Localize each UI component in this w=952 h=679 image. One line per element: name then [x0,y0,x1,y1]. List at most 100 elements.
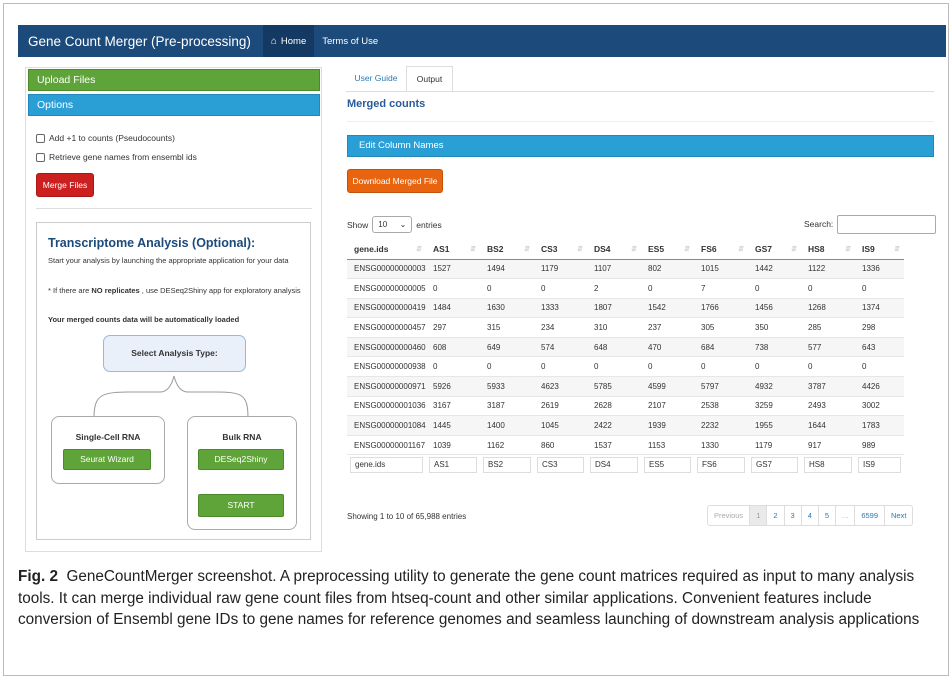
upload-files-header[interactable]: Upload Files [28,69,320,91]
column-filter-input[interactable]: gene.ids [350,457,423,474]
tab-output[interactable]: Output [406,66,453,91]
options-header[interactable]: Options [28,94,320,116]
table-cell: 1494 [480,258,534,279]
transcriptome-intro: Start your analysis by launching the app… [48,256,289,265]
table-cell: 649 [480,336,534,357]
column-header[interactable]: HS8 ⇵ [801,240,855,260]
table-row[interactable]: ENSG00000000971 5926 5933 4623 5785 4599 5797 4… [347,376,904,397]
table-cell: 1122 [801,258,855,279]
table-cell: 1442 [748,258,801,279]
column-header[interactable]: GS7 ⇵ [748,240,801,260]
table-cell: 1336 [855,258,904,279]
caption-label: Fig. 2 [18,568,58,585]
pseudocounts-label: Add +1 to counts (Pseudocounts) [49,133,175,143]
table-row[interactable]: ENSG00000000938 0 0 0 0 0 0 0 0 0 [347,356,904,377]
page-length-select[interactable]: 10 ⌄ [372,216,413,233]
column-filter-input[interactable]: ES5 [644,457,691,474]
table-cell: 470 [641,336,694,357]
checkbox-box[interactable] [36,133,45,143]
start-button[interactable]: START [198,494,284,517]
table-cell: ENSG00000000938 [347,356,426,377]
table-row[interactable]: ENSG00000001084 1445 1400 1045 2422 1939 2232 1… [347,415,904,436]
table-row[interactable]: ENSG00000000457 297 315 234 310 237 305 350 285 2… [347,317,904,338]
nav-home[interactable]: ⌂ Home [262,25,315,57]
table-row[interactable]: ENSG00000000419 1484 1630 1333 1807 1542 1766 1… [347,297,904,318]
table-cell: 1162 [480,434,534,455]
table-cell: 1542 [641,297,694,318]
app-title[interactable]: Gene Count Merger (Pre-processing) [18,34,251,49]
table-cell: 0 [748,356,801,377]
column-filter-input[interactable]: DS4 [590,457,638,474]
column-header[interactable]: CS3 ⇵ [534,240,587,260]
table-cell: 2619 [534,395,587,416]
deseq2shiny-button[interactable]: DESeq2Shiny [198,449,284,470]
table-cell: 0 [426,356,480,377]
column-header[interactable]: BS2 ⇵ [480,240,534,260]
column-filter-input[interactable]: BS2 [483,457,531,474]
pagination-page[interactable]: 5 [819,506,837,525]
table-cell: 1107 [587,258,641,279]
table-cell: 860 [534,434,587,455]
table-cell: 0 [426,278,480,299]
table-cell: 0 [534,356,587,377]
column-header[interactable]: AS1 ⇵ [426,240,480,260]
chevron-down-icon: ⌄ [399,220,407,229]
column-header[interactable]: DS4 ⇵ [587,240,641,260]
merge-files-button[interactable]: Merge Files [36,173,94,197]
table-cell: 648 [587,336,641,357]
column-filter-input[interactable]: IS9 [858,457,901,474]
edit-column-names-header[interactable]: Edit Column Names [347,135,934,157]
pagination-page[interactable]: 2 [767,506,785,525]
table-cell: 2422 [587,415,641,436]
table-row[interactable]: ENSG00000001167 1039 1162 860 1537 1153 1330 11… [347,434,904,455]
nav-terms[interactable]: Terms of Use [314,36,386,47]
column-header[interactable]: ES5 ⇵ [641,240,694,260]
column-filter-input[interactable]: AS1 [429,457,477,474]
column-filter-input[interactable]: HS8 [804,457,852,474]
pagination-page[interactable]: 3 [785,506,802,525]
column-header[interactable]: IS9 ⇵ [855,240,904,260]
table-cell: ENSG00000000003 [347,258,426,279]
table-row[interactable]: ENSG00000000005 0 0 0 2 0 7 0 0 0 [347,278,904,299]
download-merged-file-button[interactable]: Download Merged File [347,169,443,193]
column-filter-input[interactable]: CS3 [537,457,584,474]
table-cell: ENSG00000000971 [347,376,426,397]
pseudocounts-checkbox[interactable]: Add +1 to counts (Pseudocounts) [36,133,175,143]
search-input[interactable] [837,215,936,234]
table-info: Showing 1 to 10 of 65,988 entries [347,512,467,521]
pagination-page[interactable]: 6599 [855,506,885,525]
table-cell: 0 [855,278,904,299]
seurat-wizard-button[interactable]: Seurat Wizard [63,449,151,470]
table-cell: 1484 [426,297,480,318]
table-cell: 5797 [694,376,748,397]
pagination-next[interactable]: Next [885,506,912,525]
table-cell: 1179 [534,258,587,279]
tab-user-guide[interactable]: User Guide [346,66,406,91]
transcriptome-title: Transcriptome Analysis (Optional): [48,236,256,250]
sort-icon: ⇵ [738,246,744,253]
table-cell: 7 [694,278,748,299]
pagination-page[interactable]: 1 [750,506,768,525]
pagination: Previous 1 2 3 4 5... 6599 Next [707,505,914,526]
column-filter-input[interactable]: FS6 [697,457,745,474]
table-cell: 0 [855,356,904,377]
pagination-page[interactable]: 4 [802,506,819,525]
sort-icon: ⇵ [524,246,530,253]
pagination-previous[interactable]: Previous [708,506,751,525]
column-header[interactable]: FS6 ⇵ [694,240,748,260]
table-row[interactable]: ENSG00000000460 608 649 574 648 470 684 738 577 6… [347,336,904,357]
table-cell: 738 [748,336,801,357]
table-cell: 5926 [426,376,480,397]
page-length-value: 10 [378,220,388,229]
table-cell: 1537 [587,434,641,455]
table-cell: ENSG00000000460 [347,336,426,357]
gene-names-checkbox[interactable]: Retrieve gene names from ensembl ids [36,152,197,162]
column-header[interactable]: gene.ids ⇵ [347,240,426,260]
table-cell: ENSG00000001167 [347,434,426,455]
sort-icon: ⇵ [577,246,583,253]
table-cell: 0 [694,356,748,377]
table-row[interactable]: ENSG00000000003 1527 1494 1179 1107 802 1015 14… [347,258,904,279]
checkbox-box[interactable] [36,152,45,162]
table-row[interactable]: ENSG00000001036 3167 3187 2619 2628 2107 2538 3… [347,395,904,416]
column-filter-input[interactable]: GS7 [751,457,798,474]
